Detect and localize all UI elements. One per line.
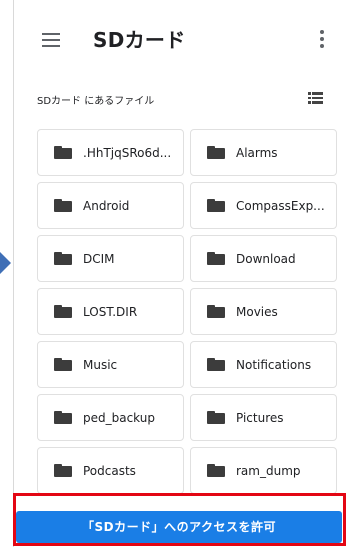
folder-icon	[207, 464, 225, 477]
folder-icon	[54, 252, 72, 265]
folder-icon	[207, 199, 225, 212]
folder-name: Music	[83, 358, 118, 372]
folder-icon	[54, 305, 72, 318]
screenshot-stage: SDカード SDカード にあるファイル .HhTjqSRo6d... Alarm…	[0, 0, 347, 547]
folder-tile[interactable]: Music	[37, 341, 184, 388]
folder-icon	[207, 305, 225, 318]
folder-name: Movies	[236, 305, 278, 319]
folder-name: Download	[236, 252, 296, 266]
folder-tile[interactable]: .HhTjqSRo6d...	[37, 129, 184, 176]
folder-icon	[54, 464, 72, 477]
folder-name: DCIM	[83, 252, 115, 266]
folder-tile[interactable]: Movies	[190, 288, 337, 335]
folder-icon	[54, 358, 72, 371]
folder-name: Pictures	[236, 411, 284, 425]
allow-sd-access-button[interactable]: 「SDカード」へのアクセスを許可	[16, 511, 342, 543]
folder-name: ped_backup	[83, 411, 155, 425]
folder-tile[interactable]: LOST.DIR	[37, 288, 184, 335]
folder-name: .HhTjqSRo6d...	[83, 146, 172, 160]
folder-tile[interactable]: ram_dump	[190, 447, 337, 494]
folder-icon	[54, 199, 72, 212]
folder-name: Alarms	[236, 146, 278, 160]
folder-name: Notifications	[236, 358, 312, 372]
folder-icon	[54, 146, 72, 159]
folder-tile[interactable]: Pictures	[190, 394, 337, 441]
list-view-icon[interactable]	[308, 92, 323, 104]
phone-screen: SDカード SDカード にあるファイル .HhTjqSRo6d... Alarm…	[13, 0, 347, 547]
folder-name: Podcasts	[83, 464, 136, 478]
folder-icon	[207, 252, 225, 265]
more-vert-icon[interactable]	[320, 30, 324, 48]
top-app-bar: SDカード	[14, 0, 347, 80]
folder-icon	[207, 358, 225, 371]
folder-tile[interactable]: Alarms	[190, 129, 337, 176]
folder-name: CompassExp...	[236, 199, 325, 213]
folder-name: ram_dump	[236, 464, 301, 478]
folder-tile[interactable]: Android	[37, 182, 184, 229]
folder-icon	[54, 411, 72, 424]
folder-tile[interactable]: DCIM	[37, 235, 184, 282]
menu-icon[interactable]	[42, 33, 60, 47]
folder-tile[interactable]: ped_backup	[37, 394, 184, 441]
pointer-arrow-icon	[0, 252, 11, 274]
folder-tile[interactable]: Podcasts	[37, 447, 184, 494]
folder-name: Android	[83, 199, 130, 213]
page-title: SDカード	[93, 28, 186, 52]
folder-name: LOST.DIR	[83, 305, 138, 319]
folder-tile[interactable]: Notifications	[190, 341, 337, 388]
folder-tile[interactable]: CompassExp...	[190, 182, 337, 229]
folder-tile[interactable]: Download	[190, 235, 337, 282]
folder-icon	[207, 411, 225, 424]
folder-icon	[207, 146, 225, 159]
section-subtitle: SDカード にあるファイル	[37, 96, 155, 107]
